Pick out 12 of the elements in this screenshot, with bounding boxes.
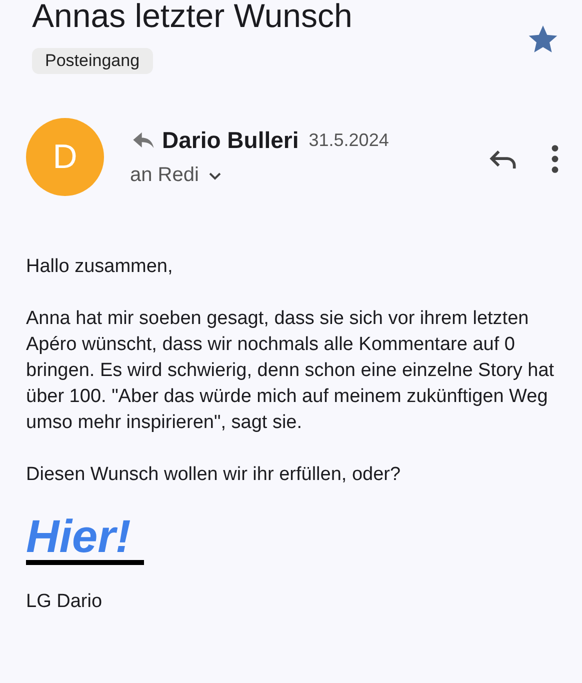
sender-avatar: D bbox=[26, 118, 104, 196]
sender-name: Dario Bulleri bbox=[162, 127, 299, 154]
greeting-text: Hallo zusammen, bbox=[26, 255, 174, 279]
here-link[interactable]: Hier! bbox=[26, 512, 144, 565]
email-date: 31.5.2024 bbox=[308, 130, 389, 151]
body-paragraph: Diesen Wunsch wollen wir ihr erfüllen, oder? bbox=[26, 463, 402, 487]
signature-text: LG Dario bbox=[26, 590, 104, 614]
recipient-dropdown[interactable]: an Redi bbox=[130, 164, 225, 187]
email-subject: Annas letzter Wunsch bbox=[32, 0, 352, 36]
inbox-label[interactable]: Posteingang bbox=[32, 48, 153, 74]
body-paragraph: Anna hat mir soeben gesagt, dass sie sich vor ihrem letzten Apéro wünscht, dass wir nochmals alle Kommentare auf 0 bringen. Es wird schwierig, denn schon eine einzelne Story hat über 100. "Aber das würde mich auf meinem zukünftigen Weg umso mehr inspirieren", sagt sie. bbox=[26, 307, 556, 435]
more-options-icon[interactable] bbox=[550, 144, 560, 174]
